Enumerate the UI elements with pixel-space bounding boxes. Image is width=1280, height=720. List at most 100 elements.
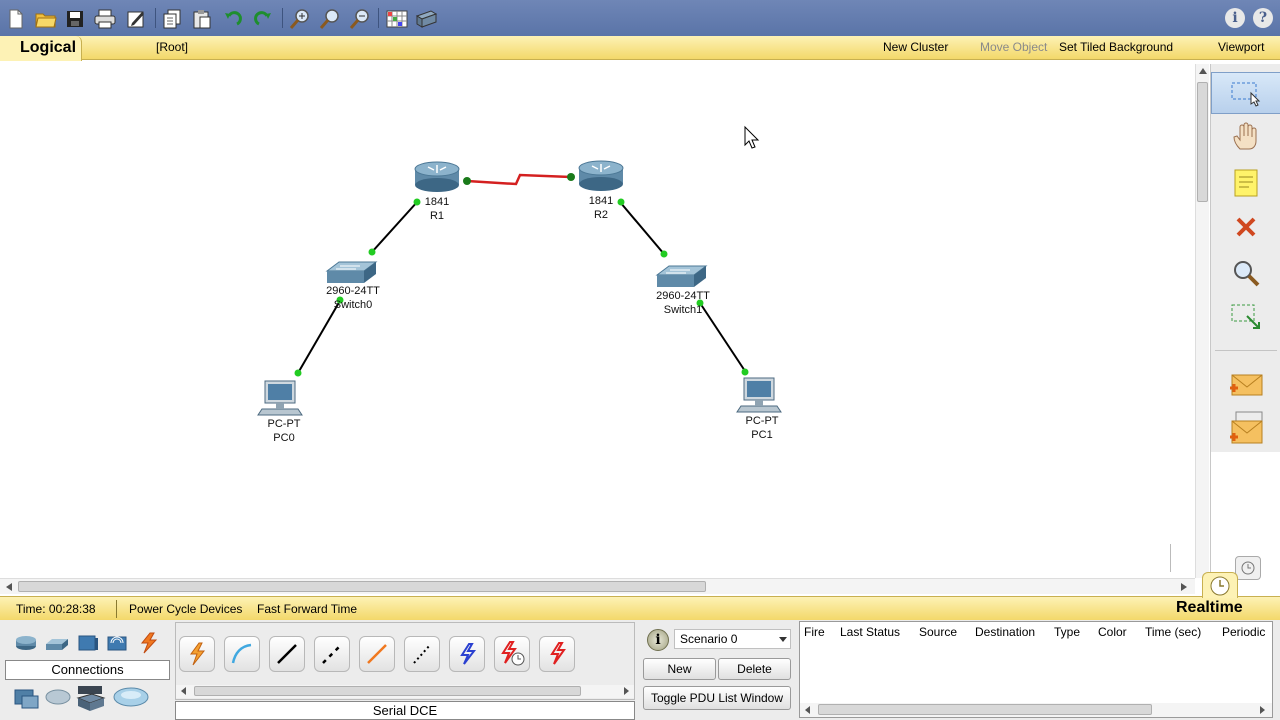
fast-forward-time-button[interactable]: Fast Forward Time xyxy=(257,602,357,616)
r1-switch0-link[interactable] xyxy=(371,200,419,253)
pdu-scroll-thumb[interactable] xyxy=(818,704,1152,715)
routers-category-icon[interactable] xyxy=(14,634,38,652)
fiber-cable-icon[interactable] xyxy=(359,636,395,672)
custom-device-icon[interactable] xyxy=(414,7,438,31)
connections-category-icon[interactable] xyxy=(136,632,160,654)
scroll-right-arrow-icon[interactable] xyxy=(624,687,629,695)
redo-icon[interactable] xyxy=(251,7,275,31)
serial-dce-icon[interactable] xyxy=(494,636,530,672)
workspace-horizontal-scrollbar[interactable] xyxy=(0,578,1195,594)
port-light xyxy=(741,368,749,376)
scroll-left-arrow-icon[interactable] xyxy=(181,687,186,695)
r1-model: 1841 xyxy=(424,196,450,208)
zoom-out-icon[interactable] xyxy=(348,7,372,31)
info-icon[interactable]: i xyxy=(1225,8,1245,28)
scenario-info-icon[interactable]: i xyxy=(647,629,669,651)
pdu-col-fire[interactable]: Fire xyxy=(804,625,825,639)
switch1-name: Switch1 xyxy=(663,304,703,316)
new-file-icon[interactable] xyxy=(4,7,28,31)
power-cycle-devices-button[interactable]: Power Cycle Devices xyxy=(129,602,242,616)
zoom-reset-icon[interactable] xyxy=(318,7,342,31)
connection-scroll-thumb[interactable] xyxy=(194,686,581,696)
undo-icon[interactable] xyxy=(221,7,245,31)
pdu-col-time[interactable]: Time (sec) xyxy=(1145,625,1201,639)
custom-devices-category-icon[interactable] xyxy=(76,684,106,714)
multiuser-connection-category-icon[interactable] xyxy=(112,686,150,708)
help-icon[interactable]: ? xyxy=(1253,8,1273,28)
wan-emulation-category-icon[interactable] xyxy=(44,688,72,706)
scroll-left-arrow-icon[interactable] xyxy=(805,706,810,714)
place-note-icon[interactable] xyxy=(1211,162,1280,204)
automatic-connection-icon[interactable] xyxy=(179,636,215,672)
switch0-icon[interactable] xyxy=(325,261,378,283)
activity-wizard-icon[interactable] xyxy=(124,7,148,31)
viewport-window-icon[interactable] xyxy=(1235,556,1261,580)
horizontal-scroll-thumb[interactable] xyxy=(18,581,706,592)
root-breadcrumb[interactable]: [Root] xyxy=(156,40,188,54)
move-object-button[interactable]: Move Object xyxy=(980,40,1047,54)
scroll-left-arrow-icon[interactable] xyxy=(6,583,12,591)
pdu-col-source[interactable]: Source xyxy=(919,625,957,639)
logical-workspace[interactable]: 1841 R1 1841 R2 2960-24TT Switch0 2960-2… xyxy=(0,61,1195,578)
save-icon[interactable] xyxy=(63,7,87,31)
common-tools-bar xyxy=(1210,64,1280,594)
pdu-col-destination[interactable]: Destination xyxy=(975,625,1035,639)
pdu-col-last-status[interactable]: Last Status xyxy=(840,625,900,639)
toggle-pdu-list-button[interactable]: Toggle PDU List Window xyxy=(643,686,791,710)
print-icon[interactable] xyxy=(93,7,117,31)
console-cable-icon[interactable] xyxy=(224,636,260,672)
inspect-icon[interactable] xyxy=(1211,252,1280,294)
pc1-label: PC-PT PC1 xyxy=(737,414,787,442)
new-cluster-button[interactable]: New Cluster xyxy=(883,40,948,54)
palette-icon[interactable] xyxy=(385,7,409,31)
copper-cross-over-icon[interactable] xyxy=(314,636,350,672)
select-icon[interactable] xyxy=(1211,72,1280,114)
coaxial-cable-icon[interactable] xyxy=(449,636,485,672)
pc0-icon[interactable] xyxy=(257,380,303,416)
pdu-list-scrollbar[interactable] xyxy=(800,703,1272,717)
set-tiled-background-button[interactable]: Set Tiled Background xyxy=(1059,40,1173,54)
copper-straight-through-icon[interactable] xyxy=(269,636,305,672)
switches-category-icon[interactable] xyxy=(44,636,70,652)
zoom-in-icon[interactable] xyxy=(288,7,312,31)
add-complex-pdu-icon[interactable] xyxy=(1211,408,1280,450)
delete-scenario-button[interactable]: Delete xyxy=(718,658,791,680)
canvas-edge-marker xyxy=(1170,544,1171,572)
pc1-icon[interactable] xyxy=(736,377,782,413)
resize-shape-icon[interactable] xyxy=(1211,296,1280,338)
r1-r2-serial-link[interactable] xyxy=(466,173,572,186)
open-folder-icon[interactable] xyxy=(34,7,58,31)
tools-separator xyxy=(1215,350,1277,351)
scroll-right-arrow-icon[interactable] xyxy=(1181,583,1187,591)
paste-icon[interactable] xyxy=(190,7,214,31)
new-scenario-button[interactable]: New xyxy=(643,658,716,680)
realtime-clock-icon[interactable] xyxy=(1202,572,1238,598)
pdu-col-color[interactable]: Color xyxy=(1098,625,1127,639)
realtime-status-bar: Time: 00:28:38 Power Cycle Devices Fast … xyxy=(0,572,1280,620)
scenario-select[interactable]: Scenario 0 xyxy=(674,629,791,649)
pdu-col-type[interactable]: Type xyxy=(1054,625,1080,639)
add-simple-pdu-icon[interactable] xyxy=(1211,364,1280,406)
workspace-vertical-scrollbar[interactable] xyxy=(1195,64,1209,578)
scroll-up-arrow-icon[interactable] xyxy=(1199,68,1207,74)
vertical-scroll-thumb[interactable] xyxy=(1197,82,1208,202)
move-layout-icon[interactable] xyxy=(1211,116,1280,158)
router-r1-icon[interactable] xyxy=(414,161,460,192)
phone-cable-icon[interactable] xyxy=(404,636,440,672)
realtime-mode-label[interactable]: Realtime xyxy=(1176,599,1243,617)
serial-dte-icon[interactable] xyxy=(539,636,575,672)
router-r2-icon[interactable] xyxy=(578,160,624,191)
switch1-icon[interactable] xyxy=(655,265,708,287)
hubs-category-icon[interactable] xyxy=(76,634,100,652)
wireless-category-icon[interactable] xyxy=(104,634,130,652)
pdu-col-periodic[interactable]: Periodic xyxy=(1222,625,1265,639)
category-label: Connections xyxy=(5,660,170,680)
viewport-button[interactable]: Viewport xyxy=(1218,40,1264,54)
delete-icon[interactable] xyxy=(1211,206,1280,248)
r2-switch1-link[interactable] xyxy=(619,201,665,255)
end-devices-category-icon[interactable] xyxy=(12,686,40,710)
r1-name: R1 xyxy=(429,210,445,222)
copy-icon[interactable] xyxy=(160,7,184,31)
scroll-right-arrow-icon[interactable] xyxy=(1260,706,1265,714)
connection-types-scrollbar[interactable] xyxy=(176,685,634,698)
